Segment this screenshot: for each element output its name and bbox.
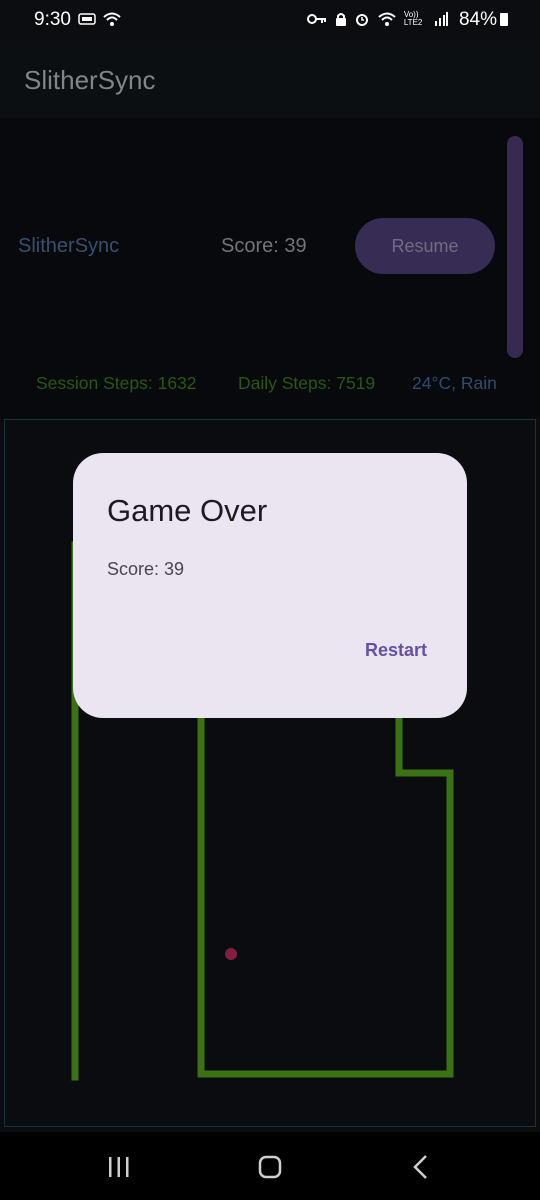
battery-indicator: 84% — [459, 9, 508, 31]
dialog-score: Score: 39 — [107, 559, 185, 579]
status-right-icons: Vo)) LTE2 — [307, 10, 448, 27]
battery-percent: 84% — [458, 9, 497, 30]
dialog-title: Game Over — [107, 493, 268, 528]
wifi-icon — [103, 12, 121, 27]
battery-icon — [500, 13, 508, 26]
hd-icon — [78, 13, 96, 25]
lock-icon — [336, 13, 347, 27]
vpn-key-icon — [307, 14, 327, 25]
game-over-dialog: Game Over Score: 39 Restart — [73, 453, 467, 718]
status-left-icons — [78, 10, 121, 27]
navigation-bar — [0, 1132, 540, 1200]
status-time: 9:30 — [34, 9, 71, 30]
status-bar: 9:30 Vo)) LTE2 84% — [0, 0, 540, 40]
wifi-calling-icon — [377, 12, 396, 27]
alarm-icon — [356, 14, 369, 27]
signal-icon — [435, 12, 448, 27]
volte-icon: Vo)) LTE2 — [403, 10, 423, 28]
restart-button[interactable]: Restart — [365, 640, 427, 661]
home-icon[interactable] — [256, 1154, 284, 1180]
recents-icon[interactable] — [106, 1154, 132, 1180]
back-icon[interactable] — [410, 1154, 432, 1180]
